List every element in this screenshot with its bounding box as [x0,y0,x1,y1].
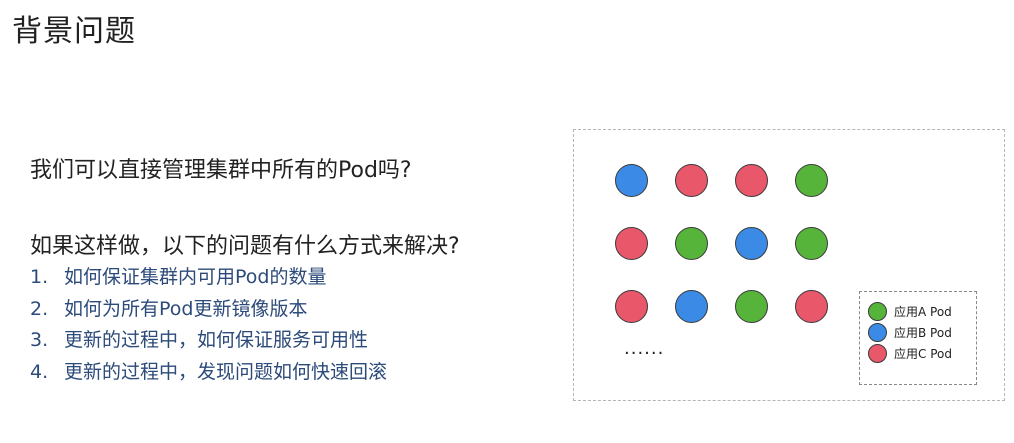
pod-c-circle [615,227,648,260]
pod-b-circle [615,164,648,197]
pod-a-circle [795,227,828,260]
issue-text: 更新的过程中，发现问题如何快速回滚 [64,360,388,383]
issue-number: 1. [30,266,49,288]
pod-a-circle [795,164,828,197]
pod-legend: 应用A Pod 应用B Pod 应用C Pod [859,291,977,385]
issue-number: 4. [30,360,49,383]
legend-swatch [868,301,887,321]
legend-label: 应用A Pod [894,304,952,319]
issue-text: 更新的过程中，如何保证服务可用性 [64,329,369,351]
legend-swatch [868,322,887,342]
page-title: 背景问题 [12,14,136,49]
pod-cluster-diagram: ...... 应用A Pod 应用B Pod 应用C Pod [573,129,1005,401]
pod-a-circle [675,227,708,260]
legend-label: 应用B Pod [894,325,952,340]
legend-label: 应用C Pod [894,346,952,361]
issue-item-4: 4. 更新的过程中，发现问题如何快速回滚 [30,357,387,389]
issue-item-2: 2. 如何为所有Pod更新镜像版本 [30,294,387,326]
sub-question: 如果这样做，以下的问题有什么方式来解决? [30,234,460,259]
pod-c-circle [735,164,768,197]
issue-text: 如何为所有Pod更新镜像版本 [64,297,308,320]
issue-text: 如何保证集群内可用Pod的数量 [64,266,327,288]
issue-number: 3. [30,329,49,351]
main-question: 我们可以直接管理集群中所有的Pod吗? [30,158,412,183]
legend-item-c: 应用C Pod [868,343,952,363]
pod-b-circle [735,227,768,260]
issue-list: 1. 如何保证集群内可用Pod的数量 2. 如何为所有Pod更新镜像版本 3. 更新的… [30,262,387,388]
issue-number: 2. [30,297,49,320]
issue-item-1: 1. 如何保证集群内可用Pod的数量 [30,262,387,294]
legend-item-b: 应用B Pod [868,322,952,342]
more-pods-ellipsis: ...... [624,338,665,359]
pod-c-circle [615,290,648,323]
pod-a-circle [735,290,768,323]
pod-c-circle [795,290,828,323]
issue-item-3: 3. 更新的过程中，如何保证服务可用性 [30,325,387,357]
pod-b-circle [675,290,708,323]
pod-c-circle [675,164,708,197]
legend-swatch [868,343,887,363]
legend-item-a: 应用A Pod [868,301,952,321]
